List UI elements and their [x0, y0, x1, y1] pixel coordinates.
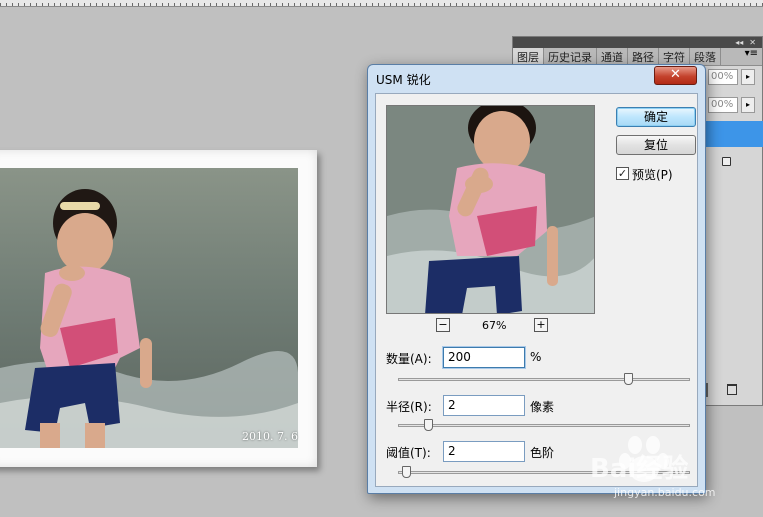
watermark-url: jingyan.baidu.com: [614, 486, 716, 499]
lock-icon: [722, 157, 731, 166]
zoom-in-button[interactable]: +: [534, 318, 548, 332]
canvas-photo: [0, 168, 298, 448]
close-panel-icon[interactable]: ✕: [749, 38, 756, 47]
ok-button[interactable]: 确定: [616, 107, 696, 127]
collapse-icon[interactable]: ◂◂: [735, 38, 743, 47]
radius-unit: 像素: [530, 400, 555, 414]
tab-layers[interactable]: 图层: [513, 48, 544, 65]
threshold-slider-thumb[interactable]: [402, 466, 411, 478]
preview-label: 预览(P): [632, 168, 673, 182]
photo-date-stamp: 2010. 7. 6: [242, 430, 298, 443]
top-ruler: [0, 0, 763, 7]
threshold-input[interactable]: 2: [443, 441, 525, 462]
zoom-controls: − 67% +: [436, 318, 556, 334]
panel-divider: [706, 383, 708, 397]
amount-unit: %: [530, 350, 542, 364]
usm-sharpen-dialog: USM 锐化 ✕ − 67% + 确定 复位 ✓ 预览(P) 数量(A): 20…: [367, 64, 706, 494]
tab-character[interactable]: 字符: [659, 48, 690, 65]
radius-slider[interactable]: [398, 419, 690, 431]
tab-channels[interactable]: 通道: [597, 48, 628, 65]
radius-input[interactable]: 2: [443, 395, 525, 416]
trash-icon[interactable]: [727, 384, 737, 395]
fill-field[interactable]: 00%: [708, 97, 738, 113]
preview-checkbox[interactable]: ✓: [616, 167, 629, 180]
radius-slider-thumb[interactable]: [424, 419, 433, 431]
dialog-body: − 67% + 确定 复位 ✓ 预览(P) 数量(A): 200 % 半径(R)…: [375, 93, 698, 487]
panel-collapse-bar[interactable]: ◂◂ ✕: [513, 37, 762, 48]
fill-arrow-icon[interactable]: ▸: [741, 97, 755, 113]
amount-label: 数量(A):: [386, 352, 432, 366]
preview-image: [387, 106, 594, 313]
tab-paragraph[interactable]: 段落: [690, 48, 721, 65]
filter-preview[interactable]: [386, 105, 595, 314]
amount-slider[interactable]: [398, 373, 690, 385]
opacity-arrow-icon[interactable]: ▸: [741, 69, 755, 85]
tab-history[interactable]: 历史记录: [544, 48, 597, 65]
selected-layer-row[interactable]: [706, 121, 763, 147]
threshold-label: 阈值(T):: [386, 446, 431, 460]
dialog-title: USM 锐化: [376, 73, 431, 87]
amount-input[interactable]: 200: [443, 347, 525, 368]
reset-button[interactable]: 复位: [616, 135, 696, 155]
amount-slider-thumb[interactable]: [624, 373, 633, 385]
watermark-brand: Bai经验: [590, 454, 689, 484]
radius-label: 半径(R):: [386, 400, 432, 414]
opacity-field[interactable]: 00%: [708, 69, 738, 85]
close-button[interactable]: ✕: [654, 66, 697, 85]
tab-paths[interactable]: 路径: [628, 48, 659, 65]
dialog-titlebar[interactable]: USM 锐化 ✕: [368, 65, 705, 92]
canvas-photo-frame: 2010. 7. 6: [0, 150, 317, 467]
panel-menu-icon[interactable]: ▾≡: [741, 48, 762, 65]
threshold-unit: 色阶: [530, 446, 555, 460]
zoom-out-button[interactable]: −: [436, 318, 450, 332]
zoom-level: 67%: [482, 319, 507, 332]
